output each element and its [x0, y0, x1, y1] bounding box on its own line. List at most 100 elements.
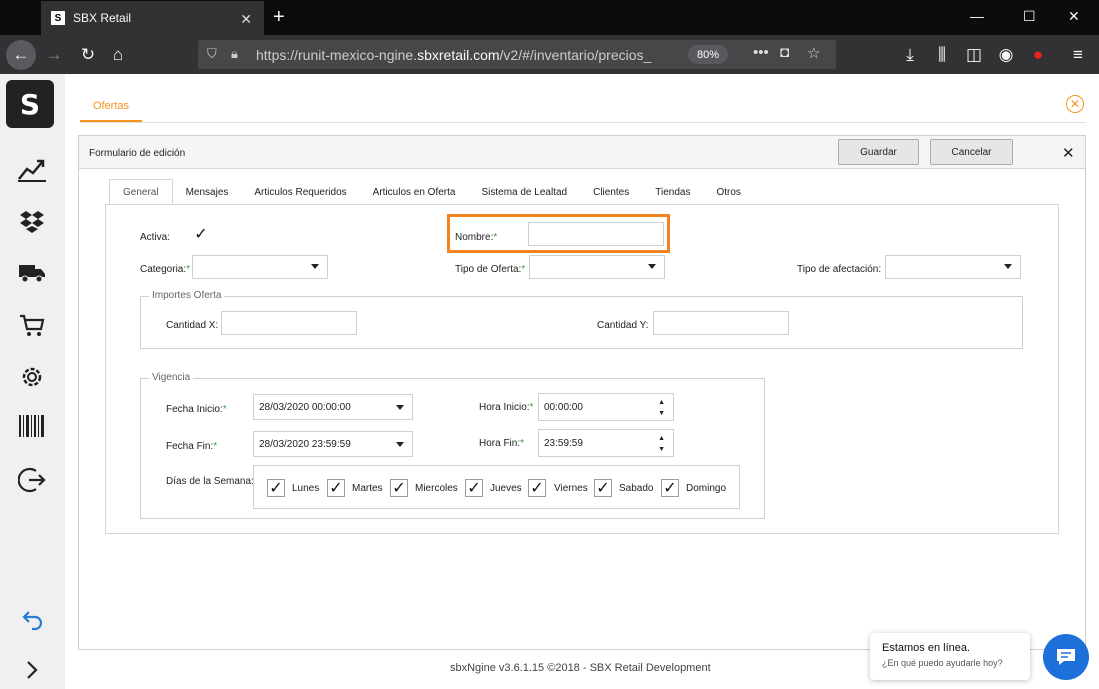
library-icon[interactable]: ⫼ [930, 43, 954, 67]
gear-icon[interactable] [16, 361, 48, 393]
chat-title: Estamos en línea. [882, 642, 971, 654]
maximize-icon[interactable]: ☐ [1023, 8, 1036, 25]
app-footer: sbxNgine v3.6.1.15 ©2018 - SBX Retail De… [450, 662, 711, 674]
sbx-favicon-icon: S [51, 11, 65, 25]
new-tab-icon[interactable]: + [273, 6, 285, 29]
cancel-button[interactable]: Cancelar [930, 139, 1013, 165]
vigencia-legend: Vigencia [149, 372, 194, 383]
day-checkbox-miercoles[interactable]: ✓ [390, 479, 408, 497]
chart-trend-icon[interactable] [16, 154, 48, 186]
save-button[interactable]: Guardar [838, 139, 919, 165]
day-checkbox-martes[interactable]: ✓ [327, 479, 345, 497]
tipo-afectacion-label: Tipo de afectación: [797, 264, 882, 275]
chat-subtitle: ¿En qué puedo ayudarle hoy? [882, 658, 1003, 668]
menu-icon[interactable]: ≡ [1066, 43, 1090, 67]
spin-up-icon[interactable]: ▲ [658, 399, 665, 406]
tab-ofertas[interactable]: Ofertas [80, 91, 142, 122]
sidebar-toggle-icon[interactable]: ◫ [962, 43, 986, 67]
minimize-icon[interactable]: — [970, 8, 984, 24]
browser-tabbar: S SBX Retail ✕ + — ☐ ✕ [0, 0, 1099, 35]
day-label: Miercoles [415, 483, 458, 494]
close-panel-icon[interactable]: ✕ [1062, 144, 1075, 162]
chat-bubble-icon[interactable] [1043, 634, 1089, 680]
logout-icon[interactable] [16, 464, 48, 496]
chevron-down-icon [311, 264, 319, 269]
tipo-oferta-select[interactable] [529, 255, 665, 279]
download-icon[interactable]: ⤓ [898, 43, 922, 67]
panel-header: Formulario de edición Guardar Cancelar ✕ [79, 136, 1085, 169]
day-label: Martes [352, 483, 383, 494]
activa-checkbox[interactable]: ✓ [192, 225, 210, 243]
hora-fin-input[interactable]: 23:59:59 ▲ ▼ [538, 429, 674, 457]
url-bar[interactable]: ⛉ 🔒︎ https://runit-mexico-ngine. sbxretai… [198, 40, 836, 69]
tab-tiendas[interactable]: Tiendas [642, 179, 703, 205]
fecha-fin-label: Fecha Fin:* [166, 441, 218, 452]
close-tab-icon[interactable]: ✕ [240, 11, 252, 28]
browser-tab[interactable]: S SBX Retail ✕ [41, 1, 264, 35]
tab-otros[interactable]: Otros [703, 179, 753, 205]
categoria-select[interactable] [192, 255, 328, 279]
tab-mensajes[interactable]: Mensajes [173, 179, 242, 205]
spin-down-icon[interactable]: ▼ [658, 410, 665, 417]
shield-icon[interactable]: ⛉ [207, 46, 217, 62]
page-actions-icon[interactable]: ••• [753, 44, 769, 61]
close-circle-icon[interactable]: ✕ [1066, 95, 1084, 113]
expand-chevron-icon[interactable] [16, 654, 48, 686]
undo-icon[interactable] [16, 604, 48, 636]
chevron-down-icon [1004, 264, 1012, 269]
cantidad-y-input[interactable] [653, 311, 789, 335]
day-checkbox-jueves[interactable]: ✓ [465, 479, 483, 497]
zoom-indicator[interactable]: 80% [688, 45, 728, 64]
cantidad-x-input[interactable] [221, 311, 357, 335]
fecha-fin-picker[interactable]: 28/03/2020 23:59:59 [253, 431, 413, 457]
cantidad-x-label: Cantidad X: [166, 320, 219, 331]
dropbox-icon[interactable] [16, 206, 48, 238]
chat-popup[interactable]: Estamos en línea. ¿En qué puedo ayudarle… [870, 633, 1030, 680]
chevron-down-icon [396, 442, 404, 447]
browser-tab-title: SBX Retail [73, 11, 132, 25]
url-prefix: https://runit-mexico-ngine. [256, 46, 418, 63]
hora-inicio-input[interactable]: 00:00:00 ▲ ▼ [538, 393, 674, 421]
hora-inicio-value: 00:00:00 [544, 401, 583, 413]
day-checkbox-domingo[interactable]: ✓ [661, 479, 679, 497]
form-tabs: General Mensajes Articulos Requeridos Ar… [109, 179, 754, 205]
home-icon[interactable]: ⌂ [106, 43, 130, 67]
importes-oferta-legend: Importes Oferta [149, 290, 225, 301]
fecha-inicio-value: 28/03/2020 00:00:00 [259, 401, 351, 413]
categoria-label: Categoria:* [140, 264, 191, 275]
barcode-icon[interactable] [16, 410, 48, 442]
cantidad-y-label: Cantidad Y: [597, 320, 649, 331]
day-label: Lunes [292, 483, 320, 494]
tab-articulos-requeridos[interactable]: Articulos Requeridos [241, 179, 359, 205]
truck-icon[interactable] [16, 257, 48, 289]
window-close-icon[interactable]: ✕ [1068, 8, 1080, 25]
hora-inicio-label: Hora Inicio:* [479, 402, 534, 413]
fecha-inicio-picker[interactable]: 28/03/2020 00:00:00 [253, 394, 413, 420]
hora-fin-value: 23:59:59 [544, 437, 583, 449]
tipo-oferta-label: Tipo de Oferta:* [455, 264, 526, 275]
pocket-icon[interactable]: ◘ [780, 44, 789, 61]
tab-sistema-de-lealtad[interactable]: Sistema de Lealtad [468, 179, 580, 205]
chevron-down-icon [396, 405, 404, 410]
tab-general[interactable]: General [109, 179, 173, 205]
forward-icon[interactable]: → [42, 43, 66, 67]
cart-icon[interactable] [16, 310, 48, 342]
back-icon[interactable]: ← [6, 40, 36, 70]
tipo-afectacion-select[interactable] [885, 255, 1021, 279]
activa-label: Activa: [140, 232, 171, 243]
reload-icon[interactable]: ↻ [76, 43, 100, 67]
fecha-fin-value: 28/03/2020 23:59:59 [259, 438, 351, 450]
chevron-down-icon [648, 264, 656, 269]
account-icon[interactable]: ◉ [994, 43, 1018, 67]
spin-up-icon[interactable]: ▲ [658, 435, 665, 442]
day-checkbox-viernes[interactable]: ✓ [528, 479, 546, 497]
lock-icon[interactable]: 🔒︎ [231, 46, 238, 62]
browser-navbar: ← → ↻ ⌂ ⛉ 🔒︎ https://runit-mexico-ngine.… [0, 35, 1099, 74]
day-checkbox-sabado[interactable]: ✓ [594, 479, 612, 497]
tab-articulos-en-oferta[interactable]: Articulos en Oferta [360, 179, 469, 205]
spin-down-icon[interactable]: ▼ [658, 446, 665, 453]
extension-icon[interactable]: ● [1026, 43, 1050, 67]
bookmark-star-icon[interactable]: ☆ [807, 44, 820, 62]
tab-clientes[interactable]: Clientes [580, 179, 642, 205]
day-checkbox-lunes[interactable]: ✓ [267, 479, 285, 497]
